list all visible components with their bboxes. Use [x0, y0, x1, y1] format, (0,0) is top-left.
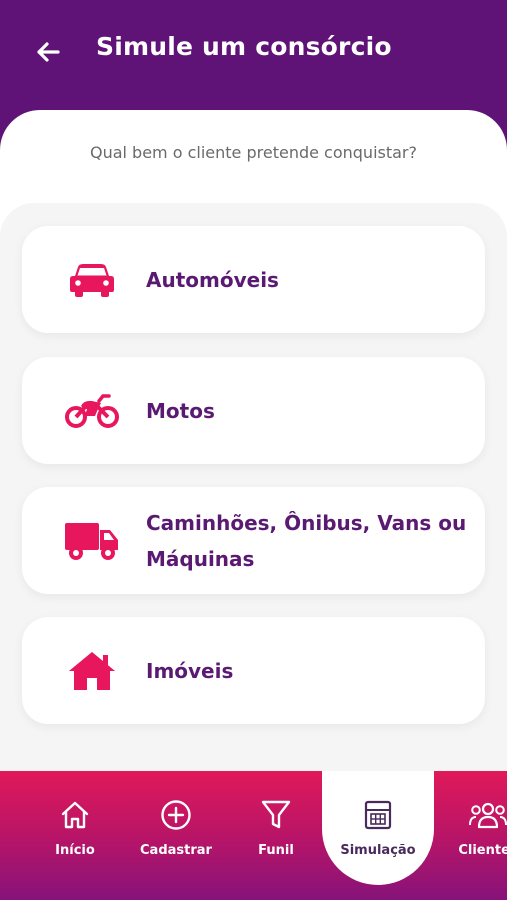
option-label: Imóveis: [146, 658, 234, 683]
nav-clientes[interactable]: Clientes: [443, 795, 507, 858]
back-button[interactable]: [30, 34, 66, 70]
calculator-icon: [333, 795, 423, 835]
nav-inicio[interactable]: Início: [30, 795, 120, 858]
home-icon: [30, 795, 120, 835]
nav-label: Funil: [258, 843, 294, 858]
arrow-left-icon: [37, 42, 60, 62]
question-text: Qual bem o cliente pretende conquistar?: [89, 143, 417, 162]
nav-simulacao[interactable]: Simulação: [333, 795, 423, 858]
nav-label: Simulação: [340, 843, 416, 858]
option-label: Automóveis: [146, 267, 279, 292]
bottom-navigation: Início Cadastrar Funil Simulação Cliente: [0, 771, 507, 900]
page-title: Simule um consórcio: [96, 32, 392, 61]
option-automoveis[interactable]: Automóveis: [22, 226, 485, 333]
car-icon: [64, 257, 120, 303]
option-label: Motos: [146, 398, 215, 423]
nav-label: Clientes: [458, 843, 507, 858]
nav-cadastrar[interactable]: Cadastrar: [131, 795, 221, 858]
option-imoveis[interactable]: Imóveis: [22, 617, 485, 724]
plus-circle-icon: [131, 795, 221, 835]
nav-label: Cadastrar: [140, 843, 212, 858]
users-icon: [443, 795, 507, 835]
options-list: Automóveis Motos Caminhões, Ônibus, Vans…: [0, 203, 507, 803]
nav-label: Início: [55, 843, 95, 858]
option-label: Caminhões, Ônibus, Vans ou Máquinas: [146, 510, 467, 571]
truck-icon: [64, 518, 120, 564]
option-motos[interactable]: Motos: [22, 357, 485, 464]
house-icon: [64, 648, 120, 694]
funnel-icon: [231, 795, 321, 835]
nav-funil[interactable]: Funil: [231, 795, 321, 858]
motorcycle-icon: [64, 388, 120, 434]
option-caminhoes[interactable]: Caminhões, Ônibus, Vans ou Máquinas: [22, 487, 485, 594]
